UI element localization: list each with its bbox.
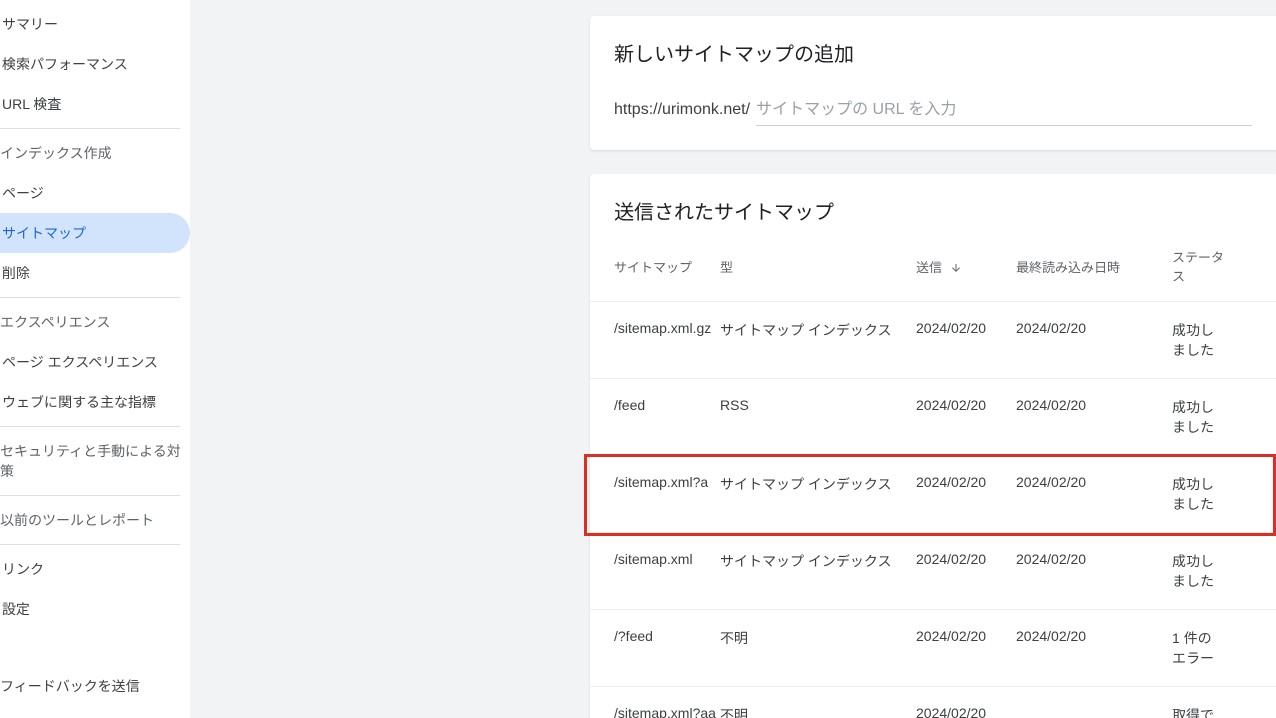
sidebar: サイトマップ サマリー 検索パフォーマンス URL 検査 インデックス作成 ペー… (0, 0, 190, 718)
cell-type: RSS (720, 379, 916, 456)
cell-sent: 2024/02/20 (916, 379, 1016, 456)
cell-sitemap-url: /sitemap.xml?aaa (590, 687, 720, 718)
table-header-row: サイトマップ 型 送信 最終読み込み日時 ステータス (590, 235, 1276, 302)
sidebar-item-settings[interactable]: 設定 (0, 589, 190, 629)
sidebar-section-experience: エクスペリエンス (0, 302, 190, 342)
cell-sitemap-url: /feed (590, 379, 720, 456)
sidebar-item-label: リンク (2, 559, 44, 579)
cell-read: 2024/02/20 (1016, 533, 1172, 610)
sitemap-list-card: 送信されたサイトマップ サイトマップ 型 送信 (590, 174, 1276, 718)
feedback-label: フィードバックを送信 (0, 676, 140, 696)
table-row[interactable]: /sitemap.xml?aサイトマップ インデックス2024/02/20202… (590, 456, 1276, 533)
sidebar-section-indexing: インデックス作成 (0, 133, 190, 173)
sidebar-item-label: 検索パフォーマンス (2, 54, 128, 74)
cell-sitemap-url: /sitemap.xml (590, 533, 720, 610)
cell-sent: 2024/02/20 (916, 687, 1016, 718)
add-sitemap-card: 新しいサイトマップの追加 https://urimonk.net/ (590, 16, 1276, 150)
sidebar-section-security[interactable]: セキュリティと手動による対策 (0, 431, 190, 491)
table-row[interactable]: /?feed不明2024/02/202024/02/201 件のエラー (590, 610, 1276, 687)
divider (0, 426, 180, 427)
sort-desc-icon (950, 262, 962, 277)
cell-sitemap-url: /sitemap.xml?a (590, 456, 720, 533)
cell-status: 成功しました (1172, 533, 1224, 610)
divider (0, 297, 180, 298)
col-sent-label: 送信 (916, 260, 942, 275)
sidebar-item-links[interactable]: リンク (0, 549, 190, 589)
cell-read: 2024/02/20 (1016, 302, 1172, 379)
sidebar-item-removals[interactable]: 削除 (0, 253, 190, 293)
main: 新しいサイトマップの追加 https://urimonk.net/ 送信されたサ… (190, 0, 1276, 718)
table-row[interactable]: /sitemap.xml.gzサイトマップ インデックス2024/02/2020… (590, 302, 1276, 379)
sidebar-item-label: ページ エクスペリエンス (2, 352, 158, 372)
col-sent[interactable]: 送信 (916, 235, 1016, 302)
cell-type: 不明 (720, 687, 916, 718)
cell-type: サイトマップ インデックス (720, 302, 916, 379)
cell-status: 取得できませ (1172, 687, 1224, 718)
cell-sent: 2024/02/20 (916, 610, 1016, 687)
cell-sent: 2024/02/20 (916, 533, 1016, 610)
sidebar-item-core-web-vitals[interactable]: ウェブに関する主な指標 (0, 382, 190, 422)
cell-status: 1 件のエラー (1172, 610, 1224, 687)
sidebar-item-label: 削除 (2, 263, 30, 283)
sidebar-item-label: 設定 (2, 599, 30, 619)
table-row[interactable]: /sitemap.xmlサイトマップ インデックス2024/02/202024/… (590, 533, 1276, 610)
cell-read: 2024/02/20 (1016, 379, 1172, 456)
cell-type: サイトマップ インデックス (720, 456, 916, 533)
cell-type: サイトマップ インデックス (720, 533, 916, 610)
sidebar-item-url-inspect[interactable]: URL 検査 (0, 84, 190, 124)
sidebar-item-search-perf[interactable]: 検索パフォーマンス (0, 44, 190, 84)
cell-type: 不明 (720, 610, 916, 687)
cell-status: 成功しました (1172, 379, 1224, 456)
cell-sent: 2024/02/20 (916, 302, 1016, 379)
table-row[interactable]: /sitemap.xml?aaa不明2024/02/20 取得できませ (590, 687, 1276, 718)
add-sitemap-title: 新しいサイトマップの追加 (614, 38, 1252, 67)
cell-sitemap-url: /sitemap.xml.gz (590, 302, 720, 379)
sidebar-item-page-experience[interactable]: ページ エクスペリエンス (0, 342, 190, 382)
sidebar-item-summary[interactable]: サマリー (0, 4, 190, 44)
table-row[interactable]: /feedRSS2024/02/202024/02/20成功しました (590, 379, 1276, 456)
cell-sent: 2024/02/20 (916, 456, 1016, 533)
col-read[interactable]: 最終読み込み日時 (1016, 235, 1172, 302)
col-sitemap[interactable]: サイトマップ (590, 235, 720, 302)
sitemap-table: サイトマップ 型 送信 最終読み込み日時 ステータス (590, 235, 1276, 718)
divider (0, 128, 180, 129)
cell-status: 成功しました (1172, 456, 1224, 533)
sidebar-item-label: サマリー (2, 14, 58, 34)
sidebar-item-label: サイトマップ (2, 223, 86, 243)
col-type[interactable]: 型 (720, 235, 916, 302)
cell-read: 2024/02/20 (1016, 610, 1172, 687)
sidebar-item-pages[interactable]: ページ (0, 173, 190, 213)
sidebar-item-label: ページ (2, 183, 44, 203)
sitemap-url-input[interactable] (756, 97, 1252, 126)
sitemap-list-title: 送信されたサイトマップ (614, 196, 1252, 225)
divider (0, 544, 180, 545)
cell-read: 2024/02/20 (1016, 456, 1172, 533)
sidebar-section-legacy-tools[interactable]: 以前のツールとレポート (0, 500, 190, 540)
sidebar-item-label: URL 検査 (2, 94, 61, 114)
cell-status: 成功しました (1172, 302, 1224, 379)
cell-sitemap-url: /?feed (590, 610, 720, 687)
sidebar-item-label: ウェブに関する主な指標 (2, 392, 156, 412)
divider (0, 495, 180, 496)
feedback-link[interactable]: フィードバックを送信 (0, 662, 140, 710)
sidebar-item-sitemaps[interactable]: サイトマップ (0, 213, 190, 253)
url-prefix: https://urimonk.net/ (614, 101, 750, 119)
col-status[interactable]: ステータス (1172, 235, 1224, 302)
cell-read (1016, 687, 1172, 718)
